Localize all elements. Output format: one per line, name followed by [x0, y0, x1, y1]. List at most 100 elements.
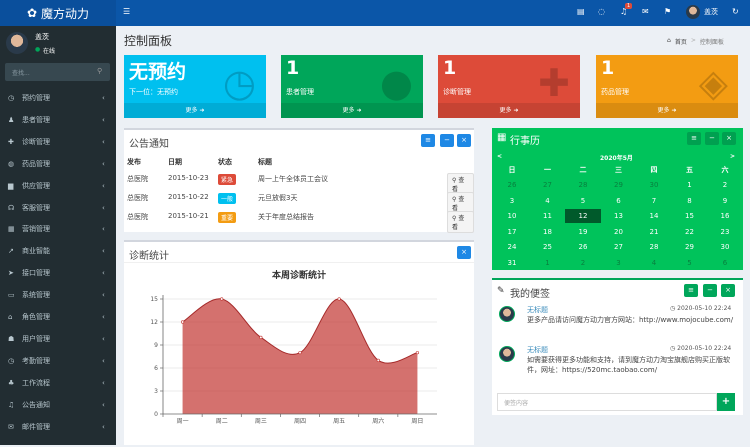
sidebar-item[interactable]: ◷ 考勤管理 ‹	[0, 350, 116, 372]
calendar-day[interactable]: 5	[565, 194, 601, 208]
calendar-day[interactable]: 30	[636, 178, 672, 192]
more-link[interactable]: 更多 ➜	[596, 103, 738, 118]
calendar-next[interactable]: >	[730, 153, 735, 160]
menu-toggle-icon[interactable]: ☰	[123, 7, 130, 16]
calendar-day[interactable]: 4	[530, 194, 566, 208]
calendar-day[interactable]: 15	[672, 209, 708, 223]
more-link[interactable]: 更多 ➜	[124, 103, 266, 118]
calendar-day[interactable]: 10	[494, 209, 530, 223]
calendar-day[interactable]: 2	[565, 256, 601, 270]
breadcrumb-home[interactable]: 首页	[675, 37, 687, 46]
add-note-button[interactable]: +	[717, 393, 735, 411]
sidebar-item[interactable]: ♣ 工作流程 ‹	[0, 372, 116, 394]
calendar-day[interactable]: 17	[494, 225, 530, 239]
sidebar-item[interactable]: ◷ 预约管理 ‹	[0, 87, 116, 109]
close-button[interactable]: ×	[722, 132, 736, 145]
calendar-day[interactable]: 24	[494, 240, 530, 254]
search-input[interactable]: 查找... ⚲	[5, 63, 110, 81]
list-button[interactable]: ≡	[687, 132, 701, 145]
calendar-day[interactable]: 20	[601, 225, 637, 239]
note-title[interactable]: 无标题	[527, 305, 548, 315]
more-link[interactable]: 更多 ➜	[438, 103, 580, 118]
sidebar: 盖茨 ● 在线 查找... ⚲ ◷ 预约管理 ‹ ♟ 患者管理 ‹ ✚ 诊断管理 ‹ ◍ 药品管理 ‹…	[0, 26, 116, 445]
calendar-day[interactable]: 28	[565, 178, 601, 192]
sidebar-item[interactable]: ➤ 接口管理 ‹	[0, 262, 116, 284]
collapse-button[interactable]: −	[703, 284, 717, 297]
tasks-icon[interactable]: ▤	[577, 7, 585, 16]
search-icon[interactable]: ⚲	[97, 67, 102, 75]
calendar-day[interactable]: 22	[672, 225, 708, 239]
calendar-day[interactable]: 23	[707, 225, 743, 239]
sidebar-item[interactable]: ☗ 用户管理 ‹	[0, 328, 116, 350]
calendar-day[interactable]: 7	[636, 194, 672, 208]
calendar-day[interactable]: 3	[601, 256, 637, 270]
calendar-day[interactable]: 21	[636, 225, 672, 239]
calendar-day[interactable]: 12	[565, 209, 601, 223]
calendar-day[interactable]: 1	[530, 256, 566, 270]
sidebar-item[interactable]: ✉ 邮件管理 ‹	[0, 416, 116, 438]
calendar-day[interactable]: 8	[672, 194, 708, 208]
view-button[interactable]: ⚲ 查看	[447, 211, 474, 233]
calendar-day[interactable]: 4	[636, 256, 672, 270]
close-button[interactable]: ×	[721, 284, 735, 297]
settings-icon[interactable]: ↻	[732, 7, 739, 16]
calendar-day[interactable]: 29	[672, 240, 708, 254]
page-title: 控制面板	[124, 34, 173, 48]
y-tick-label: 12	[150, 319, 158, 326]
calendar-day[interactable]: 28	[636, 240, 672, 254]
close-button[interactable]: ×	[457, 246, 471, 259]
calendar-prev[interactable]: <	[497, 153, 502, 160]
calendar-day[interactable]: 5	[672, 256, 708, 270]
sidebar-item[interactable]: ↗ 商业智能 ‹	[0, 240, 116, 262]
calendar-day[interactable]: 2	[707, 178, 743, 192]
calendar-day[interactable]: 27	[530, 178, 566, 192]
calendar-day[interactable]: 26	[565, 240, 601, 254]
calendar-day[interactable]: 3	[494, 194, 530, 208]
list-button[interactable]: ≡	[421, 134, 435, 147]
collapse-button[interactable]: −	[440, 134, 454, 147]
calendar-day[interactable]: 25	[530, 240, 566, 254]
note-input[interactable]: 便签内容	[497, 393, 717, 411]
chat-icon[interactable]: ◌	[598, 7, 605, 16]
menu-icon: ◍	[8, 159, 15, 168]
list-button[interactable]: ≡	[684, 284, 698, 297]
calendar-day[interactable]: 31	[494, 256, 530, 270]
calendar-day[interactable]: 26	[494, 178, 530, 192]
sidebar-item[interactable]: ♟ 患者管理 ‹	[0, 109, 116, 131]
header-avatar[interactable]	[686, 5, 700, 19]
calendar-day[interactable]: 9	[707, 194, 743, 208]
area-fill	[182, 298, 418, 414]
calendar-day[interactable]: 18	[530, 225, 566, 239]
notes-panel: ✎ 我的便签 ≡ − × 无标题 ◷ 2020-05-10 22:24 更多产品请访…	[492, 278, 743, 415]
close-button[interactable]: ×	[457, 134, 471, 147]
calendar-day[interactable]: 19	[565, 225, 601, 239]
note-title[interactable]: 无标题	[527, 345, 548, 355]
calendar-day[interactable]: 16	[707, 209, 743, 223]
sidebar-item[interactable]: ◍ 药品管理 ‹	[0, 153, 116, 175]
sidebar-item[interactable]: ▦ 营销管理 ‹	[0, 218, 116, 240]
calendar-day[interactable]: 30	[707, 240, 743, 254]
sidebar-item[interactable]: ⌂ 角色管理 ‹	[0, 306, 116, 328]
sidebar-item[interactable]: ♫ 公告通知 ‹	[0, 394, 116, 416]
calendar-day[interactable]: 6	[707, 256, 743, 270]
calendar-day[interactable]: 13	[601, 209, 637, 223]
logo[interactable]: ✿ 魔方动力	[0, 0, 116, 26]
calendar-day[interactable]: 6	[601, 194, 637, 208]
sidebar-item[interactable]: ✚ 诊断管理 ‹	[0, 131, 116, 153]
calendar-day[interactable]: 14	[636, 209, 672, 223]
sidebar-item[interactable]: ☊ 客服管理 ‹	[0, 197, 116, 219]
weekday-label: 六	[721, 166, 729, 174]
flag-icon[interactable]: ⚑	[664, 7, 671, 16]
more-link[interactable]: 更多 ➜	[281, 103, 423, 118]
header-username[interactable]: 盖茨	[704, 7, 718, 17]
calendar-day[interactable]: 11	[530, 209, 566, 223]
sidebar-item[interactable]: ▆ 供应管理 ‹	[0, 175, 116, 197]
mail-icon[interactable]: ✉	[642, 7, 649, 16]
info-box: 无预约 下一位：无预约 ◷ 更多 ➜	[124, 55, 266, 118]
calendar-day[interactable]: 1	[672, 178, 708, 192]
calendar-day[interactable]: 27	[601, 240, 637, 254]
sidebar-item[interactable]: ▭ 系统管理 ‹	[0, 284, 116, 306]
calendar-day[interactable]: 29	[601, 178, 637, 192]
logo-icon: ✿	[26, 6, 38, 20]
collapse-button[interactable]: −	[705, 132, 719, 145]
